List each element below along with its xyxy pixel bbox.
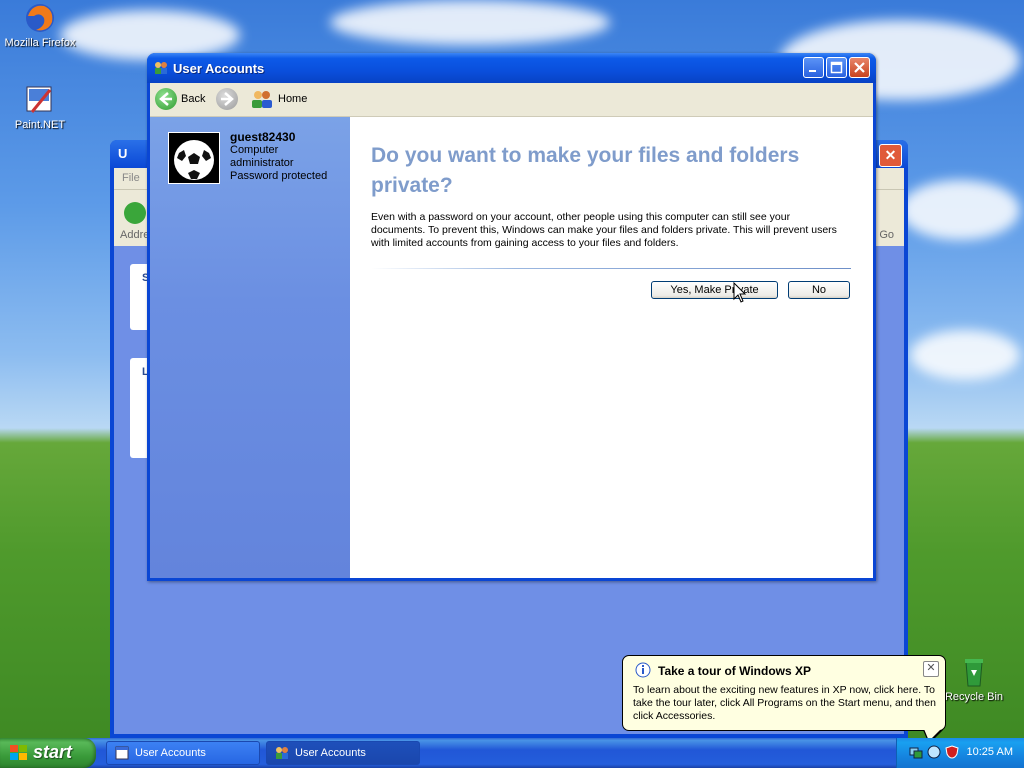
user-accounts-icon [275,746,289,760]
window-titlebar[interactable]: User Accounts [147,53,876,83]
info-icon [635,662,651,678]
forward-button[interactable] [216,88,242,110]
clock[interactable]: 10:25 AM [967,746,1013,758]
desktop-icon-label: Recycle Bin [944,691,1004,703]
home-users-icon [250,89,274,109]
recycle-bin-icon [958,656,990,688]
security-shield-icon[interactable] [945,745,959,759]
user-password-status: Password protected [230,170,328,182]
taskbar-button-label: User Accounts [135,747,206,759]
desktop-icon-paintnet[interactable]: Paint.NET [0,84,80,131]
separator-line [371,268,851,269]
user-accounts-icon [115,746,129,760]
back-arrow-icon [155,88,177,110]
user-accounts-window[interactable]: User Accounts Back Home guest82430 Compu… [147,53,876,581]
go-button[interactable]: Go [879,229,894,241]
maximize-icon [830,61,843,74]
minimize-button[interactable] [803,57,824,78]
user-info: guest82430 Computer administrator Passwo… [230,131,327,183]
firefox-icon [24,2,56,34]
page-heading: Do you want to make your files and folde… [371,144,800,197]
back-arrow-icon[interactable] [124,202,146,224]
back-label: Back [181,93,206,105]
forward-arrow-icon [216,88,238,110]
tour-icon[interactable] [927,745,941,759]
address-label: Addre [120,229,150,241]
back-button[interactable]: Back [155,88,205,110]
window-title: User Accounts [173,61,265,76]
start-label: start [33,742,73,762]
user-role-line2: administrator [230,157,294,169]
no-button[interactable]: No [788,281,850,299]
user-role-line1: Computer [230,144,279,156]
minimize-icon [809,70,816,72]
explanation-text: Even with a password on your account, ot… [371,211,837,249]
mouse-pointer-icon [733,281,747,304]
start-button[interactable]: start [0,738,96,768]
desktop-icon-firefox[interactable]: Mozilla Firefox [0,2,80,49]
taskbar-button-active[interactable]: User Accounts [266,741,420,765]
windows-flag-icon [10,745,28,761]
taskbar-button[interactable]: User Accounts [106,741,260,765]
desktop-icon-label: Mozilla Firefox [4,37,76,49]
system-tray: 10:25 AM [896,738,1024,768]
navigation-toolbar: Back Home [150,83,873,117]
background-window-title: U [118,146,128,161]
soccer-ball-icon [169,133,219,183]
paintnet-icon [24,84,56,116]
left-pane: guest82430 Computer administrator Passwo… [150,117,350,578]
desktop-icon-label: Paint.NET [14,119,66,131]
taskbar: start User Accounts User Accounts 10:25 … [0,738,1024,768]
main-content: Do you want to make your files and folde… [350,117,873,578]
taskbar-button-label: User Accounts [295,747,366,759]
notification-balloon[interactable]: Take a tour of Windows XP ✕ To learn abo… [622,655,946,744]
balloon-close-button[interactable]: ✕ [923,661,939,677]
user-avatar [168,132,220,184]
home-button[interactable]: Home [250,88,307,110]
desktop-icon-recycle-bin[interactable]: Recycle Bin [934,656,1014,703]
close-button[interactable] [849,57,870,78]
maximize-button[interactable] [826,57,847,78]
user-name: guest82430 [230,130,296,144]
balloon-text[interactable]: To learn about the exciting new features… [633,684,938,723]
background-close-button[interactable]: ✕ [879,144,902,167]
window-body: Back Home guest82430 Computer administra… [150,83,873,578]
network-icon[interactable] [909,745,923,759]
balloon-title: Take a tour of Windows XP [658,664,812,678]
user-accounts-icon [153,60,169,76]
close-icon [854,62,865,73]
yes-make-private-button[interactable]: Yes, Make Private [651,281,778,299]
home-label: Home [278,93,308,105]
